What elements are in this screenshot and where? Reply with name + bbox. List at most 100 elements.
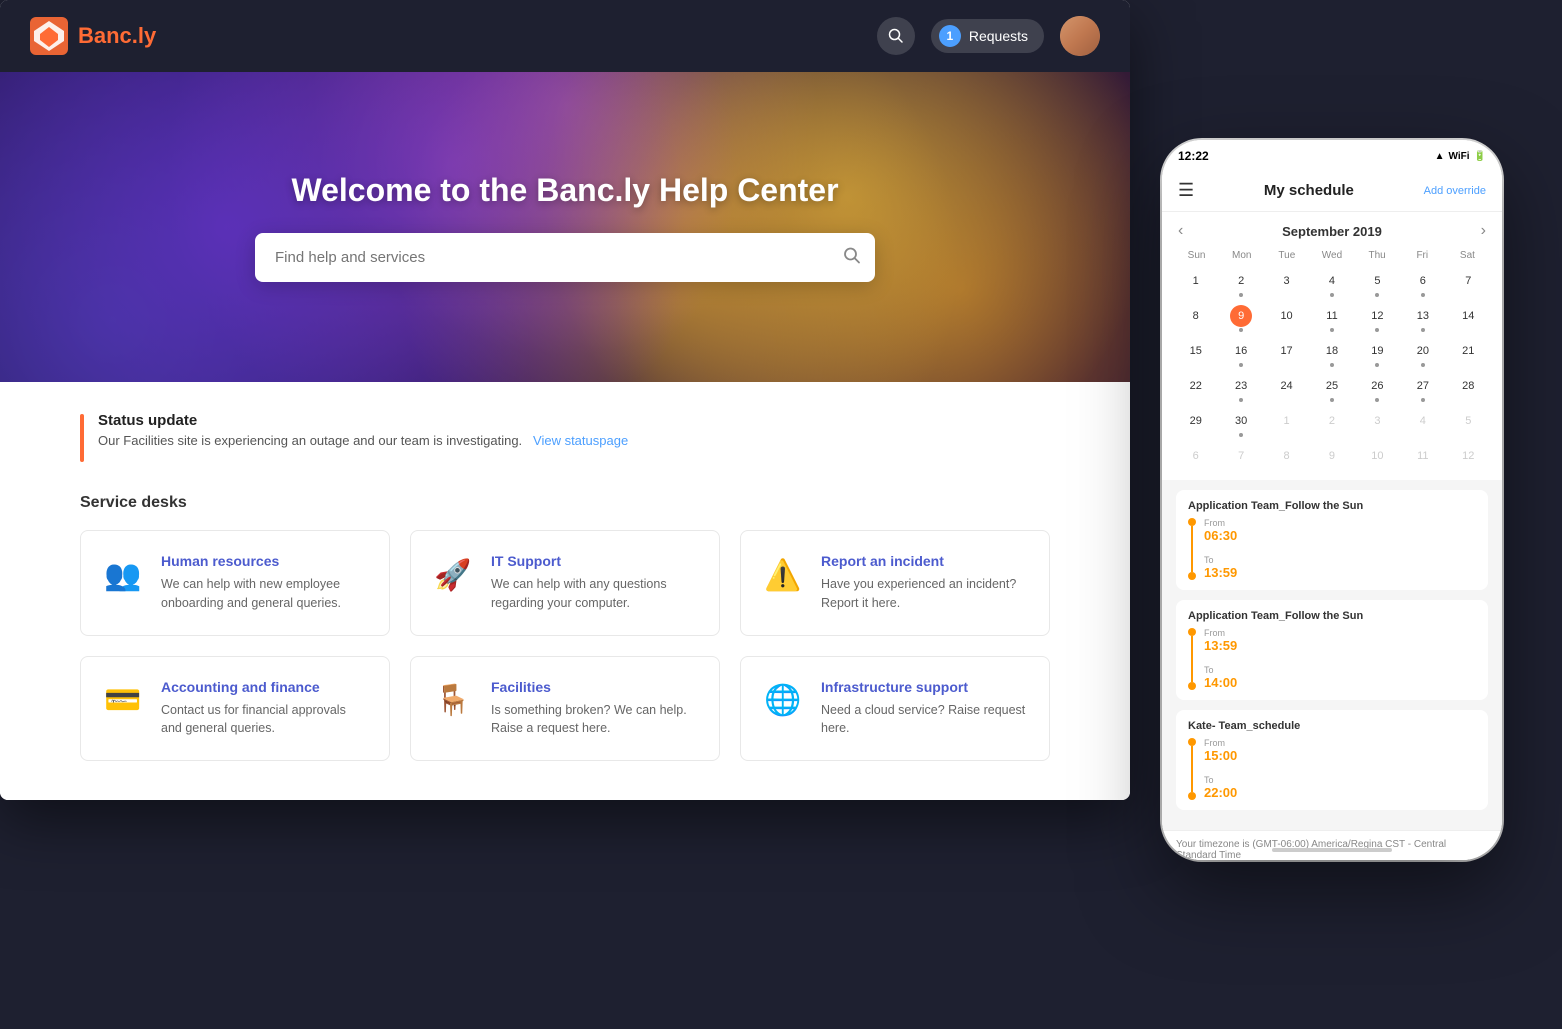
calendar-cell[interactable]: 21 (1447, 337, 1490, 370)
calendar-cell[interactable]: 4 (1401, 407, 1444, 440)
calendar-cell[interactable]: 6 (1174, 442, 1217, 470)
avatar[interactable] (1060, 16, 1100, 56)
search-input[interactable] (255, 233, 875, 282)
calendar-cell[interactable]: 12 (1356, 302, 1399, 335)
calendar-cell[interactable]: 4 (1310, 267, 1353, 300)
time-connector (1191, 526, 1193, 572)
calendar-cell[interactable]: 8 (1265, 442, 1308, 470)
calendar-cell[interactable]: 5 (1447, 407, 1490, 440)
calendar-cell[interactable]: 14 (1447, 302, 1490, 335)
calendar-month-title: September 2019 (1282, 224, 1382, 239)
service-icon: ⚠️ (761, 553, 805, 597)
calendar-cell[interactable]: 7 (1447, 267, 1490, 300)
service-info: Report an incident Have you experienced … (821, 553, 1029, 613)
calendar-cell[interactable]: 9 (1219, 302, 1262, 335)
cal-prev-button[interactable]: ‹ (1178, 222, 1183, 240)
service-desc: Contact us for financial approvals and g… (161, 701, 369, 739)
phone-screen: 12:22 ▲ WiFi 🔋 ☰ My schedule Add overrid… (1162, 140, 1502, 860)
calendar-cell[interactable]: 16 (1219, 337, 1262, 370)
calendar-cell[interactable]: 23 (1219, 372, 1262, 405)
time-dot-to (1188, 682, 1196, 690)
calendar-cell[interactable]: 10 (1265, 302, 1308, 335)
service-icon: 🚀 (431, 553, 475, 597)
status-page-link[interactable]: View statuspage (533, 433, 628, 448)
service-info: Accounting and finance Contact us for fi… (161, 679, 369, 739)
to-time: 22:00 (1204, 785, 1237, 800)
from-time: 13:59 (1204, 638, 1237, 653)
service-card[interactable]: ⚠️ Report an incident Have you experienc… (740, 530, 1050, 636)
hero-section: Welcome to the Banc.ly Help Center (0, 72, 1130, 382)
calendar-cell[interactable]: 28 (1447, 372, 1490, 405)
time-dot-to (1188, 792, 1196, 800)
service-icon: 💳 (101, 679, 145, 723)
calendar-grid: 1234567891011121314151617181920212223242… (1174, 267, 1490, 470)
calendar-cell[interactable]: 24 (1265, 372, 1308, 405)
time-values: From 15:00 To 22:00 (1204, 738, 1237, 800)
service-desks-title: Service desks (80, 494, 1050, 512)
time-dot-to (1188, 572, 1196, 580)
service-card[interactable]: 🚀 IT Support We can help with any questi… (410, 530, 720, 636)
from-label: From (1204, 518, 1237, 528)
calendar-cell[interactable]: 25 (1310, 372, 1353, 405)
calendar-cell[interactable]: 19 (1356, 337, 1399, 370)
calendar-cell[interactable]: 3 (1356, 407, 1399, 440)
calendar-cell[interactable]: 11 (1310, 302, 1353, 335)
calendar-cell[interactable]: 22 (1174, 372, 1217, 405)
service-card[interactable]: 🪑 Facilities Is something broken? We can… (410, 656, 720, 762)
service-card[interactable]: 🌐 Infrastructure support Need a cloud se… (740, 656, 1050, 762)
calendar-cell[interactable]: 17 (1265, 337, 1308, 370)
time-values: From 06:30 To 13:59 (1204, 518, 1237, 580)
calendar-cell[interactable]: 26 (1356, 372, 1399, 405)
phone-status-icons: ▲ WiFi 🔋 (1435, 151, 1486, 162)
cal-next-button[interactable]: › (1481, 222, 1486, 240)
to-label: To (1204, 555, 1237, 565)
calendar-cell[interactable]: 5 (1356, 267, 1399, 300)
schedule-item-title: Application Team_Follow the Sun (1188, 500, 1476, 512)
calendar-day-name: Sat (1445, 248, 1490, 263)
service-card[interactable]: 👥 Human resources We can help with new e… (80, 530, 390, 636)
calendar-cell[interactable]: 8 (1174, 302, 1217, 335)
phone-app-header: ☰ My schedule Add override (1162, 172, 1502, 212)
calendar-cell[interactable]: 9 (1310, 442, 1353, 470)
nav-right: 1 Requests (877, 16, 1100, 56)
calendar-cell[interactable]: 2 (1310, 407, 1353, 440)
calendar-cell[interactable]: 3 (1265, 267, 1308, 300)
calendar-cell[interactable]: 2 (1219, 267, 1262, 300)
schedule-item: Application Team_Follow the Sun From 06:… (1176, 490, 1488, 590)
to-label: To (1204, 665, 1237, 675)
calendar-header: ‹ September 2019 › (1174, 222, 1490, 240)
calendar-cell[interactable]: 10 (1356, 442, 1399, 470)
calendar-cell[interactable]: 1 (1174, 267, 1217, 300)
requests-button[interactable]: 1 Requests (931, 19, 1044, 53)
service-icon: 🪑 (431, 679, 475, 723)
calendar-cell[interactable]: 11 (1401, 442, 1444, 470)
phone-menu-icon[interactable]: ☰ (1178, 180, 1194, 201)
calendar-cell[interactable]: 7 (1219, 442, 1262, 470)
calendar-cell[interactable]: 18 (1310, 337, 1353, 370)
service-name: Facilities (491, 679, 699, 695)
requests-label: Requests (969, 28, 1028, 44)
calendar-cell[interactable]: 29 (1174, 407, 1217, 440)
calendar-cell[interactable]: 6 (1401, 267, 1444, 300)
service-info: Human resources We can help with new emp… (161, 553, 369, 613)
calendar-cell[interactable]: 12 (1447, 442, 1490, 470)
schedule-time-block: From 13:59 To 14:00 (1188, 628, 1476, 690)
calendar-cell[interactable]: 30 (1219, 407, 1262, 440)
service-card[interactable]: 💳 Accounting and finance Contact us for … (80, 656, 390, 762)
content-area: Status update Our Facilities site is exp… (0, 382, 1130, 800)
search-submit-button[interactable] (843, 246, 861, 269)
nav-search-button[interactable] (877, 17, 915, 55)
status-bar-indicator (80, 414, 84, 462)
calendar-day-name: Wed (1309, 248, 1354, 263)
calendar-days-header: SunMonTueWedThuFriSat (1174, 248, 1490, 263)
service-name: Infrastructure support (821, 679, 1029, 695)
calendar-cell[interactable]: 15 (1174, 337, 1217, 370)
service-info: Facilities Is something broken? We can h… (491, 679, 699, 739)
calendar-cell[interactable]: 20 (1401, 337, 1444, 370)
schedule-time-block: From 15:00 To 22:00 (1188, 738, 1476, 800)
calendar-cell[interactable]: 13 (1401, 302, 1444, 335)
from-label: From (1204, 628, 1237, 638)
calendar-cell[interactable]: 27 (1401, 372, 1444, 405)
calendar-cell[interactable]: 1 (1265, 407, 1308, 440)
add-override-button[interactable]: Add override (1424, 185, 1486, 197)
